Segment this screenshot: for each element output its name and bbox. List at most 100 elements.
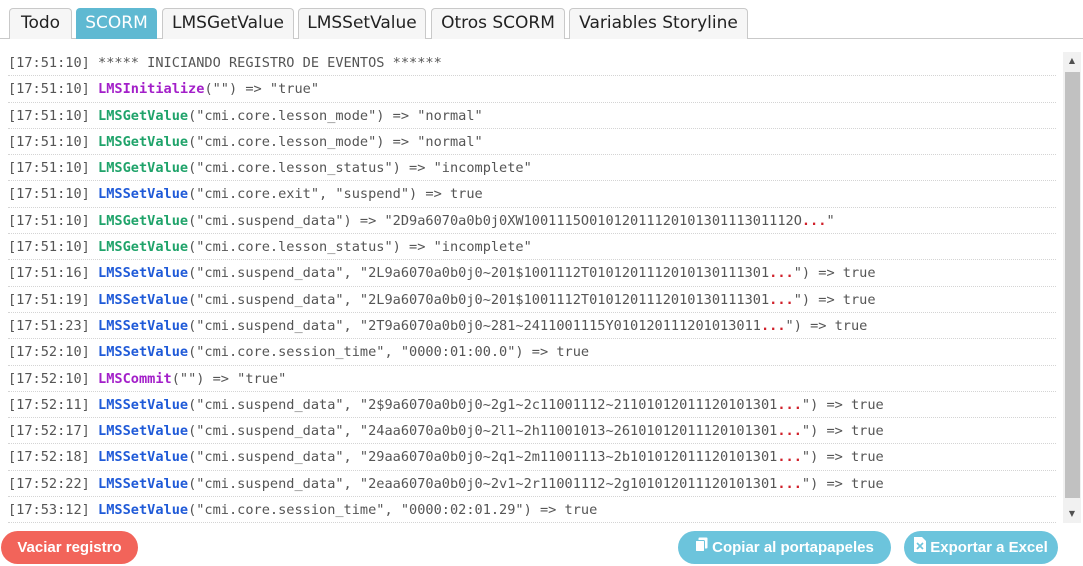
log-function-name: LMSSetValue — [98, 502, 189, 519]
tab-lmssetvalue[interactable]: LMSSetValue — [298, 8, 426, 39]
log-timestamp: [17:51:10] — [8, 239, 90, 256]
log-timestamp: [17:51:10] — [8, 186, 90, 203]
log-function-name: LMSGetValue — [98, 133, 189, 150]
log-truncation-marker: ... — [760, 317, 786, 334]
log-truncation-marker: ... — [769, 265, 794, 282]
clear-log-button[interactable]: Vaciar registro — [1, 531, 138, 564]
log-message: ("cmi.suspend_data", "2L9a6070a0b0j0~201… — [188, 291, 770, 308]
log-message: ("cmi.core.session_time", "0000:02:01.29… — [188, 502, 598, 519]
log-timestamp: [17:51:10] — [8, 107, 90, 124]
tab-otros-scorm[interactable]: Otros SCORM — [431, 8, 565, 39]
export-excel-label: Exportar a Excel — [930, 539, 1048, 556]
log-function-name: LMSInitialize — [98, 81, 205, 98]
log-message-tail: ") => true — [801, 475, 884, 492]
log-message: ("cmi.core.exit", "suspend") => true — [188, 186, 483, 203]
log-function-name: LMSGetValue — [98, 160, 189, 177]
log-line: [17:51:23] LMSSetValue("cmi.suspend_data… — [8, 313, 1056, 340]
log-message: ("cmi.suspend_data", "2T9a6070a0b0j0~281… — [188, 317, 761, 334]
log-line: [17:51:10] LMSSetValue("cmi.core.exit", … — [8, 181, 1056, 208]
tab-todo[interactable]: Todo — [9, 8, 72, 39]
log-message: ("cmi.suspend_data", "2eaa6070a0b0j0~2v1… — [188, 475, 778, 492]
log-message-tail: ") => true — [801, 423, 884, 440]
log-timestamp: [17:51:10] — [8, 133, 90, 150]
log-timestamp: [17:52:11] — [8, 396, 90, 413]
log-line: [17:51:10] LMSGetValue("cmi.core.lesson_… — [8, 103, 1056, 129]
log-message: ("") => "true" — [171, 370, 287, 387]
log-timestamp: [17:51:16] — [8, 265, 90, 282]
log-message-tail: ") => true — [801, 396, 884, 413]
log-message: ("cmi.suspend_data", "24aa6070a0b0j0~2l1… — [188, 423, 778, 440]
log-function-name: LMSSetValue — [98, 344, 189, 361]
export-excel-button[interactable]: Exportar a Excel — [904, 531, 1058, 564]
log-timestamp: [17:51:23] — [8, 317, 90, 334]
log-message: ("cmi.core.lesson_status") => "incomplet… — [188, 160, 532, 177]
log-truncation-marker: ... — [777, 449, 802, 466]
log-timestamp: [17:52:17] — [8, 423, 90, 440]
log-message-tail: ") => true — [793, 291, 876, 308]
log-line: [17:52:17] LMSSetValue("cmi.suspend_data… — [8, 418, 1056, 445]
tab-variables-storyline[interactable]: Variables Storyline — [569, 8, 748, 39]
log-function-name: LMSSetValue — [98, 449, 189, 466]
log-message-tail: " — [826, 212, 835, 229]
log-line: [17:52:22] LMSSetValue("cmi.suspend_data… — [8, 471, 1056, 498]
log-line: [17:51:10] LMSGetValue("cmi.core.lesson_… — [8, 155, 1056, 182]
log-truncation-marker: ... — [801, 212, 827, 229]
log-message-tail: ") => true — [793, 265, 876, 282]
log-truncation-marker: ... — [777, 475, 802, 492]
log-line: [17:51:10] LMSInitialize("") => "true" — [8, 76, 1056, 103]
log-scrollbar[interactable]: ▲ ▼ — [1063, 52, 1081, 523]
log-line: [17:51:19] LMSSetValue("cmi.suspend_data… — [8, 287, 1056, 313]
tab-lmsgetvalue[interactable]: LMSGetValue — [162, 8, 294, 39]
log-line: [17:51:10] LMSGetValue("cmi.core.lesson_… — [8, 129, 1056, 156]
log-line: [17:51:10] ***** INICIANDO REGISTRO DE E… — [8, 50, 1056, 77]
log-line: [17:52:10] LMSSetValue("cmi.core.session… — [8, 339, 1056, 366]
log-message: ("cmi.suspend_data", "29aa6070a0b0j0~2q1… — [188, 449, 778, 466]
log-message-tail: ") => true — [801, 449, 884, 466]
log-truncation-marker: ... — [777, 423, 802, 440]
event-log-lines: [17:51:10] ***** INICIANDO REGISTRO DE E… — [8, 50, 1056, 524]
tab-scorm[interactable]: SCORM — [76, 8, 157, 39]
log-message: ("cmi.suspend_data", "2L9a6070a0b0j0~201… — [188, 265, 770, 282]
log-line: [17:51:10] LMSGetValue("cmi.suspend_data… — [8, 208, 1056, 235]
scroll-up-icon[interactable]: ▲ — [1063, 54, 1081, 68]
log-function-name: LMSSetValue — [98, 291, 189, 308]
copy-to-clipboard-button[interactable]: Copiar al portapapeles — [678, 531, 891, 564]
log-line: [17:51:16] LMSSetValue("cmi.suspend_data… — [8, 260, 1056, 287]
log-timestamp: [17:51:10] — [8, 160, 90, 177]
clipboard-icon — [695, 531, 708, 564]
log-timestamp: [17:52:10] — [8, 370, 90, 387]
tab-bar: Todo SCORM LMSGetValue LMSSetValue Otros… — [0, 0, 1083, 39]
log-timestamp: [17:51:10] — [8, 81, 90, 98]
log-message: ("") => "true" — [204, 81, 320, 98]
copy-to-clipboard-label: Copiar al portapapeles — [712, 539, 874, 556]
log-function-name: LMSSetValue — [98, 396, 189, 413]
log-function-name: LMSSetValue — [98, 475, 189, 492]
log-function-name: LMSGetValue — [98, 107, 189, 124]
log-timestamp: [17:51:10] — [8, 212, 90, 229]
log-message: ("cmi.suspend_data", "2$9a6070a0b0j0~2g1… — [188, 396, 778, 413]
log-timestamp: [17:52:22] — [8, 475, 90, 492]
log-message: ("cmi.core.lesson_status") => "incomplet… — [188, 239, 532, 256]
log-function-name: LMSSetValue — [98, 317, 189, 334]
log-timestamp: [17:53:12] — [8, 502, 90, 519]
log-message: ("cmi.core.lesson_mode") => "normal" — [188, 107, 483, 124]
log-truncation-marker: ... — [777, 396, 802, 413]
excel-file-icon — [914, 531, 927, 564]
log-function-name: LMSSetValue — [98, 423, 189, 440]
log-function-name: LMSSetValue — [98, 265, 189, 282]
log-timestamp: [17:51:19] — [8, 291, 90, 308]
scrollbar-thumb[interactable] — [1065, 72, 1080, 498]
log-function-name: LMSSetValue — [98, 186, 189, 203]
log-message: ("cmi.core.session_time", "0000:01:00.0"… — [188, 344, 590, 361]
log-truncation-marker: ... — [769, 291, 794, 308]
log-line: [17:51:10] LMSGetValue("cmi.core.lesson_… — [8, 234, 1056, 261]
log-message: ***** INICIANDO REGISTRO DE EVENTOS ****… — [98, 55, 442, 71]
log-function-name: LMSCommit — [98, 370, 172, 387]
log-message-tail: ") => true — [785, 317, 868, 334]
log-line: [17:52:11] LMSSetValue("cmi.suspend_data… — [8, 392, 1056, 419]
log-message: ("cmi.core.lesson_mode") => "normal" — [188, 133, 483, 150]
log-function-name: LMSGetValue — [98, 239, 189, 256]
scroll-down-icon[interactable]: ▼ — [1063, 507, 1081, 521]
event-log[interactable]: [17:51:10] ***** INICIANDO REGISTRO DE E… — [0, 50, 1083, 524]
log-line: [17:52:10] LMSCommit("") => "true" — [8, 366, 1056, 392]
